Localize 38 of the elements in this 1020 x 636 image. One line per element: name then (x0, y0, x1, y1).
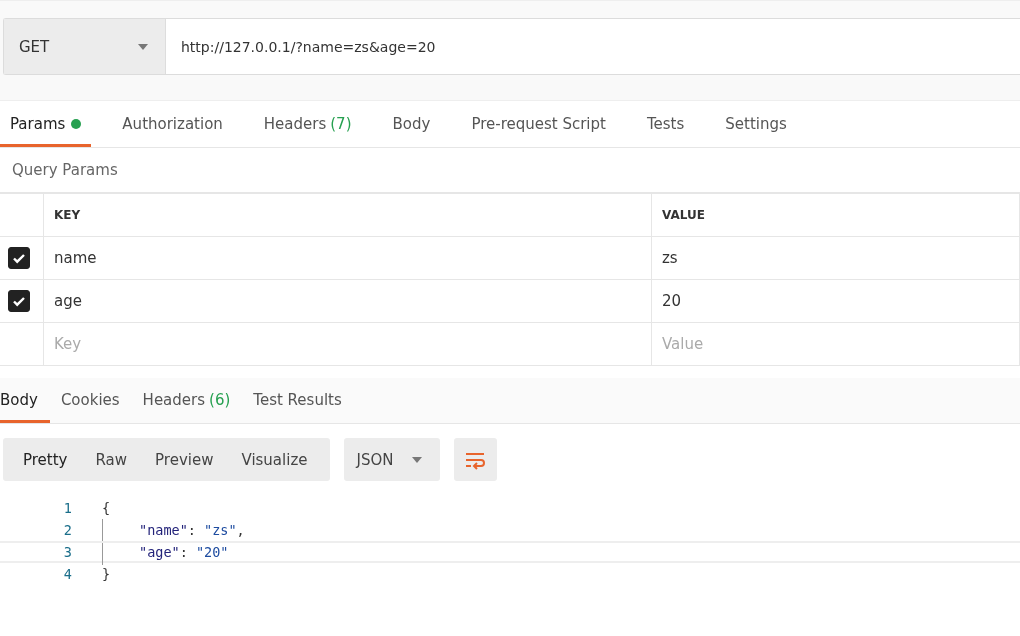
wrap-lines-button[interactable] (453, 438, 497, 481)
tab[interactable]: Body (382, 103, 441, 147)
checkbox[interactable] (8, 247, 30, 269)
tab[interactable]: Pre-request Script (461, 103, 616, 147)
table-cell: zs (651, 236, 1020, 280)
code-line: 4 } (0, 563, 1020, 585)
table-cell: name (43, 236, 652, 280)
tab[interactable]: Headers (6) (142, 380, 243, 423)
tab[interactable]: Authorization (112, 103, 233, 147)
line-number: 4 (62, 566, 73, 582)
tab[interactable]: Test Results (253, 380, 354, 423)
view-mode-button[interactable]: Preview (141, 438, 228, 481)
column-header: KEY (43, 193, 652, 237)
code-line: 2 "name": "zs", (0, 519, 1020, 541)
input-field[interactable]: Value (662, 335, 984, 353)
line-number: 3 (62, 544, 73, 560)
table-cell[interactable]: Key (43, 322, 652, 366)
column-header: VALUE (651, 193, 1020, 237)
view-mode-button[interactable]: Visualize (227, 438, 322, 481)
view-mode-button[interactable]: Raw (81, 438, 142, 481)
tab[interactable]: Body (0, 380, 50, 423)
input-field[interactable]: Key (54, 335, 592, 353)
tab[interactable]: Settings (715, 103, 797, 147)
code-line: 3 "age": "20" (0, 541, 1020, 563)
checkbox[interactable] (8, 290, 30, 312)
table-cell: 20 (651, 279, 1020, 323)
tab[interactable]: Headers (7) (253, 103, 362, 147)
tab[interactable]: Cookies (60, 380, 132, 423)
section-title: Query Params (12, 161, 118, 179)
tab[interactable]: Tests (636, 103, 695, 147)
line-number: 2 (62, 522, 73, 538)
line-number: 1 (62, 500, 73, 516)
caret-icon (411, 456, 422, 463)
view-mode-button[interactable]: Pretty (11, 438, 82, 481)
table-cell: age (43, 279, 652, 323)
table-cell[interactable]: Value (651, 322, 1020, 366)
format-dropdown[interactable]: JSON (343, 438, 440, 481)
code-line: 1 { (0, 497, 1020, 519)
